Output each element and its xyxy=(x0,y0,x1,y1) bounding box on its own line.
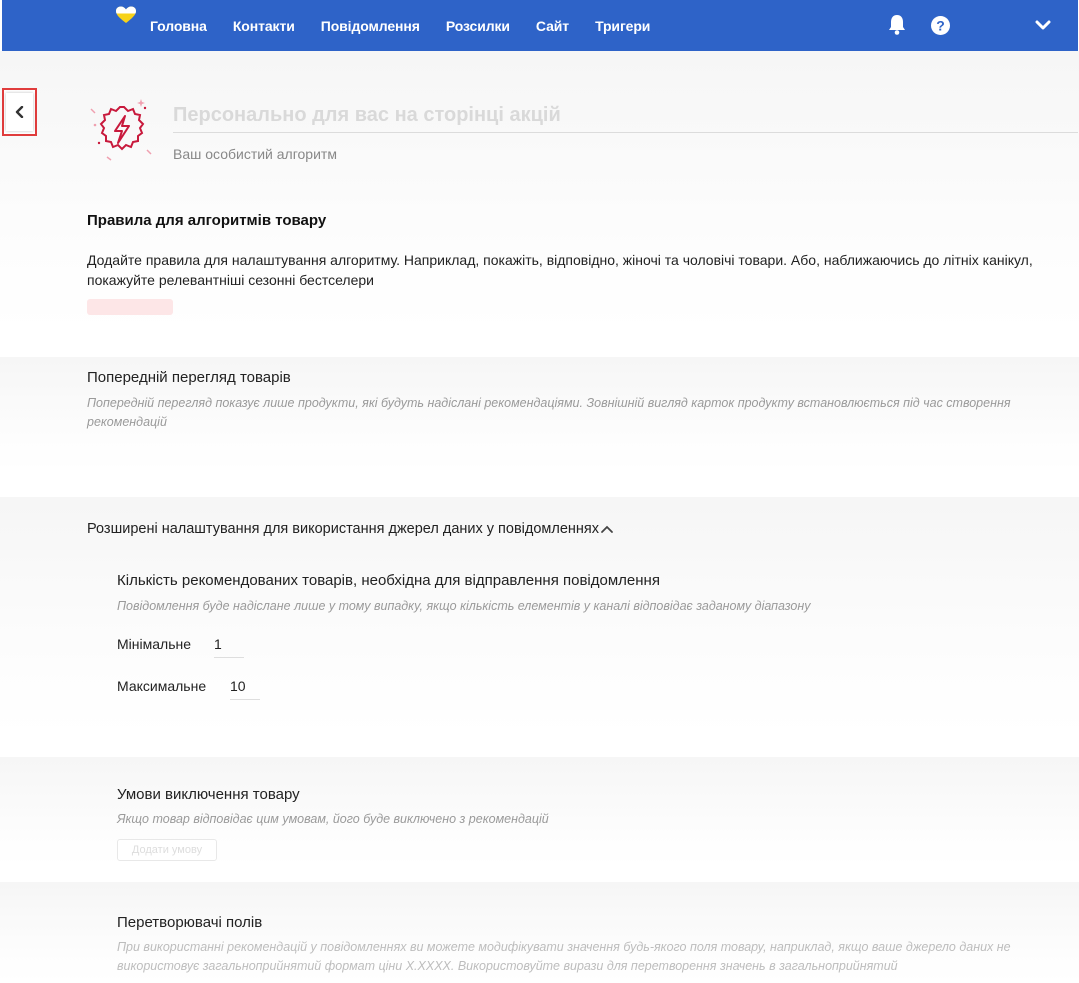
chevron-down-icon[interactable] xyxy=(1035,18,1051,32)
help-icon[interactable]: ? xyxy=(931,16,950,35)
rules-heading: Правила для алгоритмів товару xyxy=(87,212,327,229)
bell-icon[interactable] xyxy=(887,14,907,36)
back-button[interactable] xyxy=(2,88,37,136)
count-description: Повідомлення буде надіслане лише у тому … xyxy=(117,599,811,613)
lightning-badge-icon xyxy=(90,99,152,161)
exclusion-description: Якщо товар відповідає цим умовам, його б… xyxy=(117,812,549,826)
hero-section-bg xyxy=(0,51,1079,333)
advanced-settings-toggle[interactable]: Розширені налаштування для використання … xyxy=(87,521,614,537)
main-nav: Головна Контакти Повідомлення Розсилки С… xyxy=(150,0,676,51)
nav-item-triggers[interactable]: Тригери xyxy=(595,18,650,34)
advanced-settings-label: Розширені налаштування для використання … xyxy=(87,521,600,537)
svg-text:?: ? xyxy=(936,18,945,34)
nav-item-messages[interactable]: Повідомлення xyxy=(321,18,420,34)
nav-item-contacts[interactable]: Контакти xyxy=(233,18,295,34)
min-count-input[interactable]: 1 xyxy=(214,636,244,658)
preview-description: Попередній перегляд показує лише продукт… xyxy=(87,396,1011,429)
nav-item-campaigns[interactable]: Розсилки xyxy=(446,18,510,34)
preview-heading: Попередній перегляд товарів xyxy=(87,369,291,386)
transformers-description: При використанні рекомендацій у повідомл… xyxy=(117,940,1011,973)
add-rule-button[interactable] xyxy=(87,299,173,315)
ukraine-heart-logo[interactable] xyxy=(115,6,137,24)
rules-description: Додайте правила для налаштування алгорит… xyxy=(87,252,1033,288)
nav-item-site[interactable]: Сайт xyxy=(536,18,569,34)
page-subtitle: Ваш особистий алгоритм xyxy=(173,146,337,162)
min-label: Мінімальне xyxy=(117,636,192,652)
transformers-heading: Перетворювачі полів xyxy=(117,914,263,931)
chevron-up-icon xyxy=(601,525,613,533)
exclusion-heading: Умови виключення товару xyxy=(117,786,300,803)
max-label: Максимальне xyxy=(117,678,207,694)
chevron-left-icon xyxy=(15,106,23,118)
nav-item-home[interactable]: Головна xyxy=(150,18,207,34)
top-navigation-bar: Головна Контакти Повідомлення Розсилки С… xyxy=(2,0,1078,51)
title-underline xyxy=(173,132,1078,133)
count-heading: Кількість рекомендованих товарів, необхі… xyxy=(117,572,660,589)
add-condition-button[interactable]: Додати умову xyxy=(117,839,217,861)
max-count-input[interactable]: 10 xyxy=(230,678,260,700)
back-button-inner xyxy=(6,93,33,131)
page-title[interactable]: Персонально для вас на сторінці акцій xyxy=(173,104,561,127)
